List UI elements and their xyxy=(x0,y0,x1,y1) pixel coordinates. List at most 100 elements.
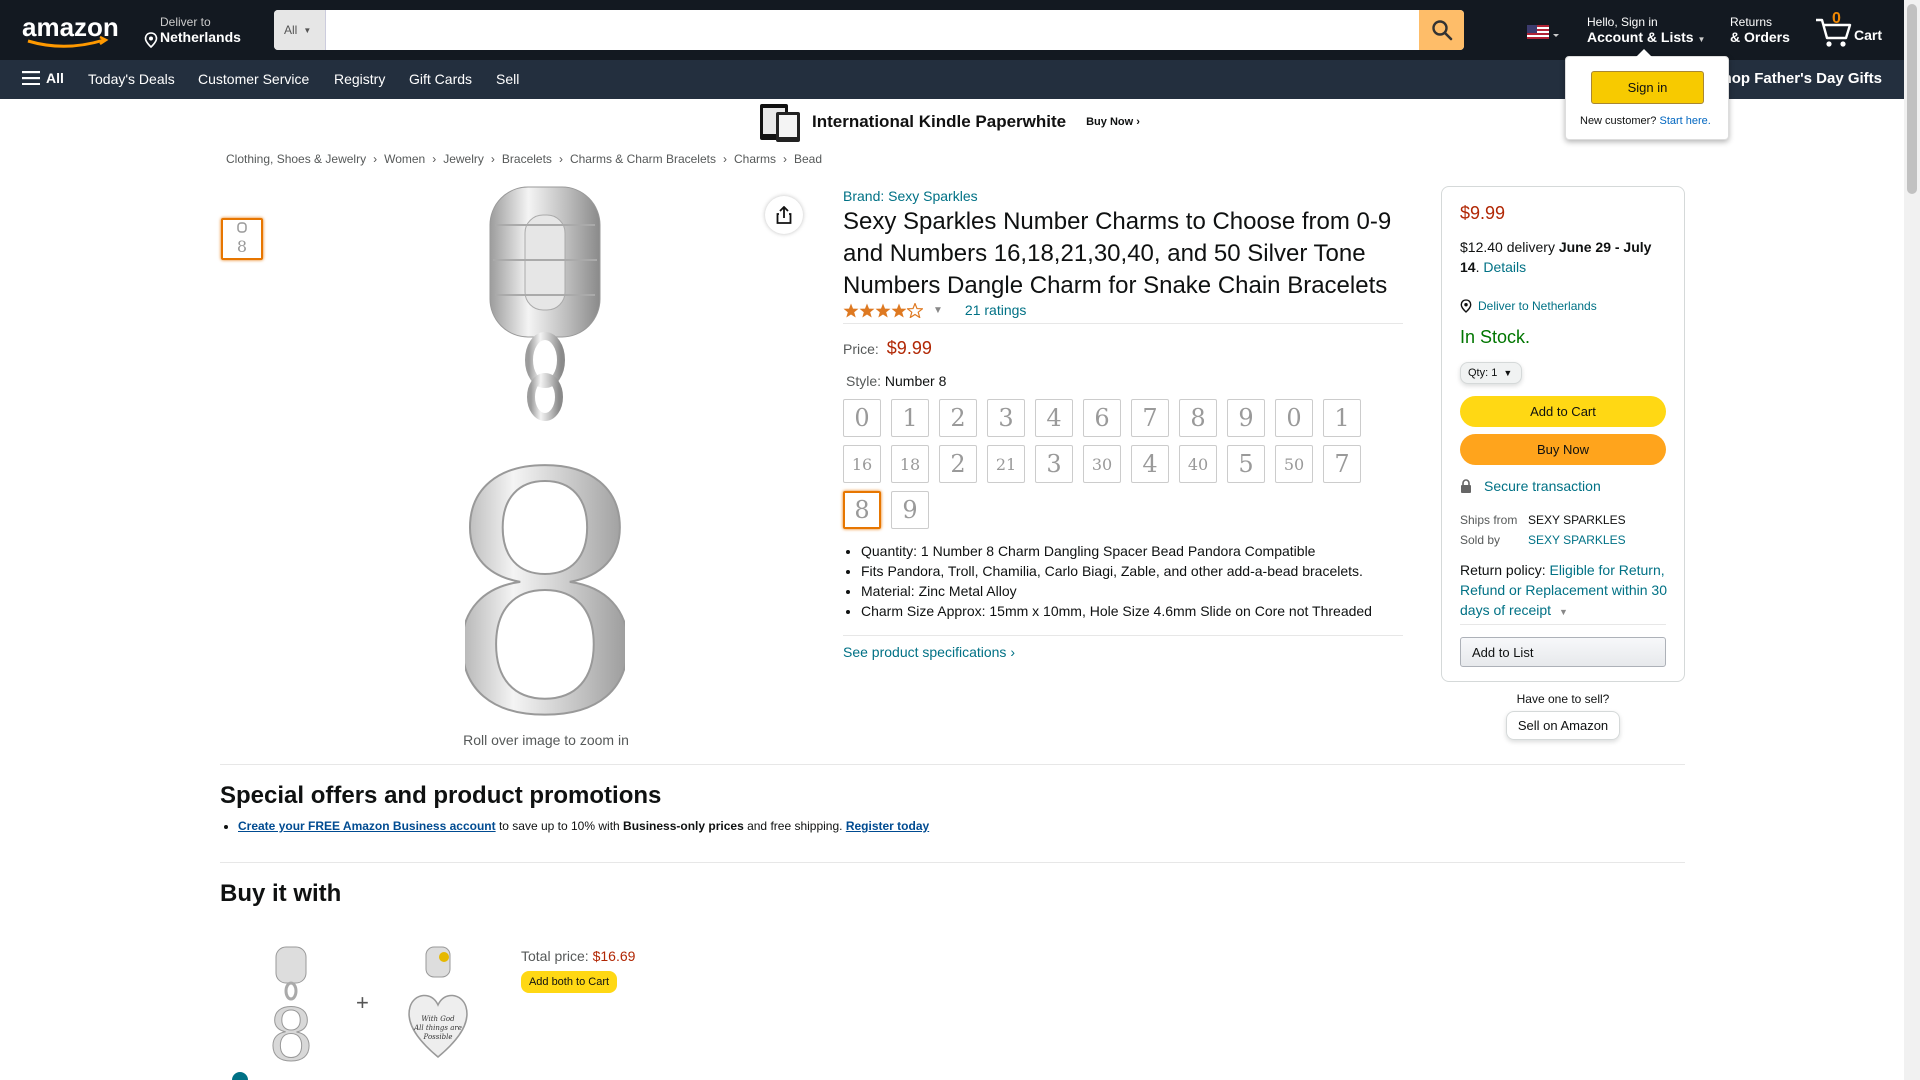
quantity-select[interactable]: Qty: 1 ▼ xyxy=(1460,362,1522,384)
style-swatch[interactable]: 2 xyxy=(939,399,977,437)
style-swatch[interactable]: 1 xyxy=(1323,399,1361,437)
breadcrumb-item[interactable]: Women xyxy=(384,152,425,166)
svg-text:All things are: All things are xyxy=(413,1024,462,1032)
gallery-thumbnail[interactable]: 8 xyxy=(221,218,263,260)
swatch-label: 3 xyxy=(998,404,1014,432)
business-account-link[interactable]: Create your FREE Amazon Business account xyxy=(238,819,496,833)
language-selector[interactable] xyxy=(1527,25,1561,41)
sell-on-amazon-button[interactable]: Sell on Amazon xyxy=(1505,711,1621,740)
style-swatch[interactable]: 7 xyxy=(1323,445,1361,483)
style-swatch[interactable]: 18 xyxy=(891,445,929,483)
style-swatch[interactable]: 0 xyxy=(1275,399,1313,437)
kindle-banner[interactable]: International Kindle Paperwhite Buy Now … xyxy=(760,102,1140,142)
style-swatch[interactable]: 3 xyxy=(1035,445,1073,483)
feature-bullets: Quantity: 1 Number 8 Charm Dangling Spac… xyxy=(861,541,1421,621)
nav-todays-deals[interactable]: Today's Deals xyxy=(88,71,175,87)
search-input[interactable] xyxy=(326,10,1419,50)
account-lists[interactable]: Hello, Sign in Account & Lists ▼ xyxy=(1587,15,1705,46)
add-to-list-button[interactable]: Add to List xyxy=(1460,637,1666,667)
nav-customer-service[interactable]: Customer Service xyxy=(198,71,309,87)
style-swatch[interactable]: 8 xyxy=(843,491,881,529)
style-swatch[interactable]: 4 xyxy=(1131,445,1169,483)
style-swatch[interactable]: 8 xyxy=(1179,399,1217,437)
star-rating[interactable] xyxy=(843,302,923,318)
breadcrumb-item[interactable]: Clothing, Shoes & Jewelry xyxy=(226,152,366,166)
swatch-label: 40 xyxy=(1187,454,1209,474)
returns-orders[interactable]: Returns & Orders xyxy=(1730,15,1790,46)
search-category-dropdown[interactable]: All ▼ xyxy=(274,10,326,50)
ratings-link[interactable]: 21 ratings xyxy=(965,302,1026,318)
chevron-right-icon: › xyxy=(722,152,727,166)
amazon-logo[interactable]: amazon xyxy=(20,12,120,48)
banner-buy-now[interactable]: Buy Now › xyxy=(1086,116,1140,128)
bundle-item-glyph: 8 xyxy=(268,993,314,1063)
search-button[interactable] xyxy=(1419,10,1464,50)
scrollbar-thumb[interactable] xyxy=(1907,4,1917,194)
cart-label: Cart xyxy=(1854,27,1883,43)
style-swatch[interactable]: 7 xyxy=(1131,399,1169,437)
chevron-down-icon[interactable]: ▼ xyxy=(933,305,943,316)
nav-gift-cards[interactable]: Gift Cards xyxy=(409,71,472,87)
main-product-image[interactable]: 8 xyxy=(439,185,651,789)
chevron-down-icon[interactable]: ▼ xyxy=(1559,607,1568,617)
style-swatch[interactable]: 6 xyxy=(1083,399,1121,437)
style-swatch[interactable]: 40 xyxy=(1179,445,1217,483)
swatch-label: 7 xyxy=(1142,404,1158,432)
bundle-item-image[interactable]: With God All things are Possible xyxy=(404,945,472,1063)
deliver-to[interactable]: Deliver to Netherlands xyxy=(142,15,241,48)
start-here-link[interactable]: Start here. xyxy=(1659,115,1710,127)
swatch-label: 30 xyxy=(1091,454,1113,474)
style-swatch[interactable]: 9 xyxy=(1227,399,1265,437)
cart[interactable]: 0 Cart xyxy=(1814,10,1884,50)
bundle-item-image[interactable]: 8 xyxy=(268,945,314,1078)
seller-link[interactable]: SEXY SPARKLES xyxy=(1528,533,1626,547)
signin-button[interactable]: Sign in xyxy=(1591,71,1704,104)
add-to-cart-button[interactable]: Add to Cart xyxy=(1460,396,1666,427)
style-swatch[interactable]: 1 xyxy=(891,399,929,437)
style-swatch[interactable]: 16 xyxy=(843,445,881,483)
thumbnail-glyph: 8 xyxy=(237,237,247,256)
lock-icon xyxy=(1461,479,1471,493)
style-swatch[interactable]: 30 xyxy=(1083,445,1121,483)
product-title: Sexy Sparkles Number Charms to Choose fr… xyxy=(843,208,1392,299)
breadcrumb: Clothing, Shoes & Jewelry › Women › Jewelr… xyxy=(226,152,822,166)
delivery-details-link[interactable]: Details xyxy=(1483,259,1526,275)
breadcrumb-item[interactable]: Charms & Charm Bracelets xyxy=(570,152,716,166)
share-button[interactable] xyxy=(765,196,803,234)
style-swatch[interactable]: 0 xyxy=(843,399,881,437)
all-menu-label: All xyxy=(46,70,64,86)
register-today-link[interactable]: Register today xyxy=(846,819,929,833)
style-swatch[interactable]: 50 xyxy=(1275,445,1313,483)
add-both-to-cart-button[interactable]: Add both to Cart xyxy=(521,971,617,993)
swatch-label: 5 xyxy=(1238,450,1254,478)
style-swatch[interactable]: 9 xyxy=(891,491,929,529)
secure-transaction[interactable]: Secure transaction xyxy=(1460,478,1601,494)
brand-link[interactable]: Brand: Sexy Sparkles xyxy=(843,188,978,204)
style-swatch[interactable]: 4 xyxy=(1035,399,1073,437)
swatch-label: 0 xyxy=(854,404,870,432)
breadcrumb-item[interactable]: Bracelets xyxy=(502,152,552,166)
style-swatch[interactable]: 3 xyxy=(987,399,1025,437)
returns-label: Returns xyxy=(1730,15,1773,29)
all-menu-button[interactable]: All xyxy=(22,70,64,86)
chevron-right-icon: › xyxy=(783,152,787,166)
charm-thumbnail-image: 8 xyxy=(237,222,247,256)
nav-fathers-day-promo[interactable]: Shop Father's Day Gifts xyxy=(1713,70,1882,87)
style-swatch[interactable]: 5 xyxy=(1227,445,1265,483)
stock-status: In Stock. xyxy=(1460,327,1531,347)
style-value: Number 8 xyxy=(884,373,947,389)
deliver-to-link[interactable]: Deliver to Netherlands xyxy=(1460,299,1597,313)
return-policy: Return policy: Eligible for Return, Refu… xyxy=(1460,560,1672,622)
breadcrumb-item[interactable]: Bead xyxy=(794,152,822,166)
swatch-label: 9 xyxy=(1238,404,1254,432)
nav-sell[interactable]: Sell xyxy=(496,71,519,87)
see-specs-link[interactable]: See product specifications › xyxy=(843,644,1015,660)
buy-now-button[interactable]: Buy Now xyxy=(1460,434,1666,465)
breadcrumb-item[interactable]: Charms xyxy=(734,152,776,166)
page-scrollbar[interactable] xyxy=(1904,0,1920,1080)
nav-registry[interactable]: Registry xyxy=(334,71,385,87)
breadcrumb-item[interactable]: Jewelry xyxy=(443,152,484,166)
style-swatch[interactable]: 2 xyxy=(939,445,977,483)
signin-flyout: Sign in New customer? Start here. xyxy=(1565,49,1729,140)
style-swatch[interactable]: 21 xyxy=(987,445,1025,483)
